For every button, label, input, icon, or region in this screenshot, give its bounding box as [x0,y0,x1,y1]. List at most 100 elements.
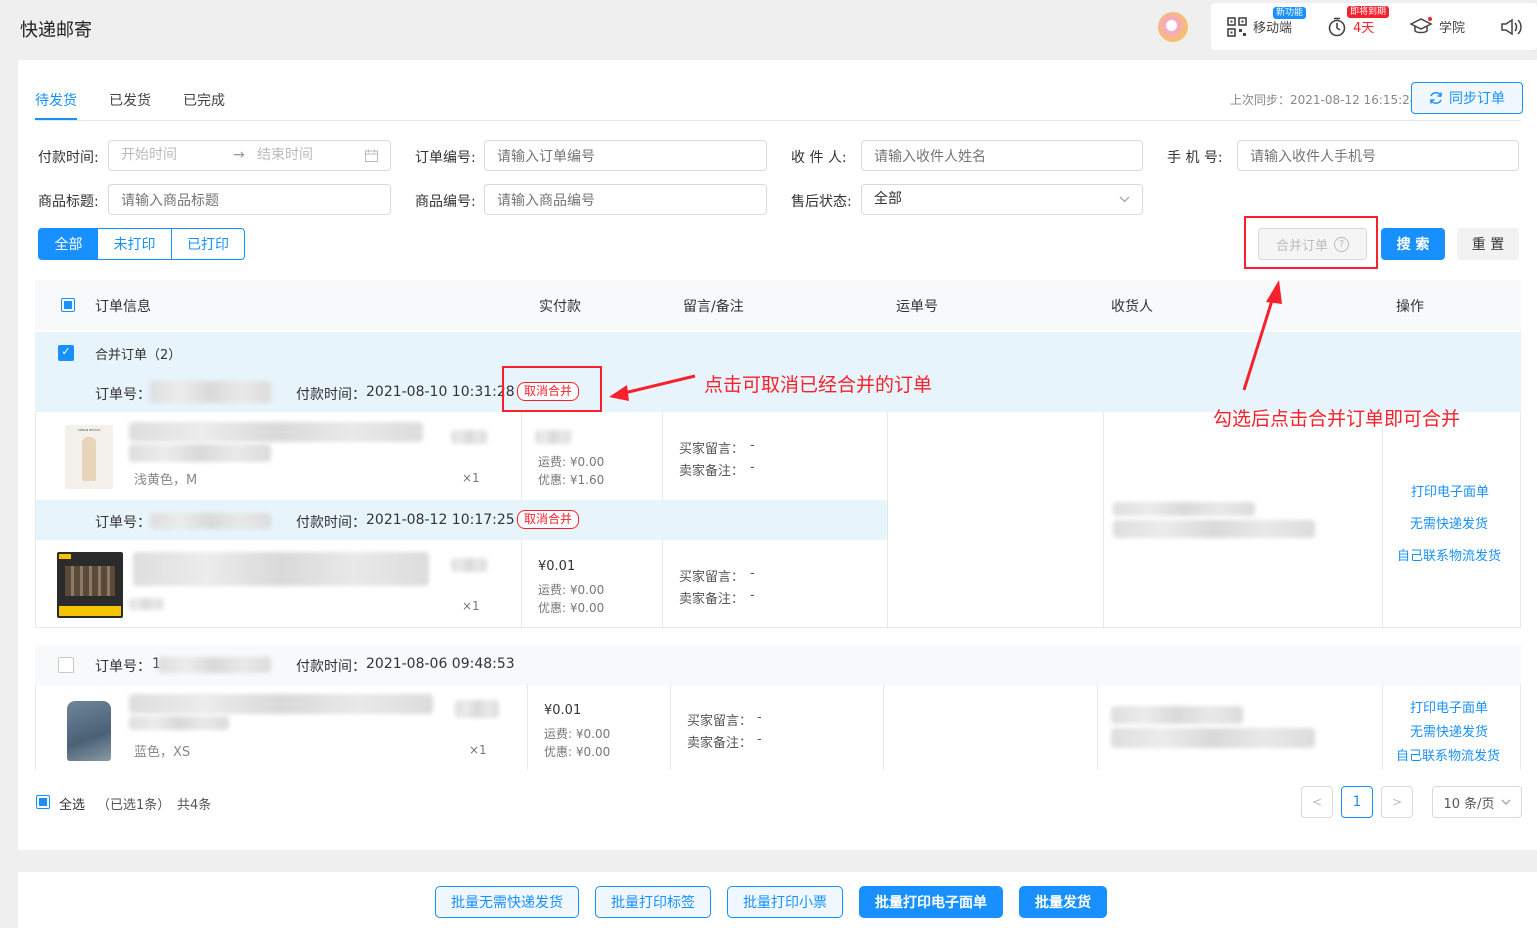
cell-border [35,685,36,770]
order-no-redacted [150,513,271,529]
product-sku-redacted [129,598,163,610]
sound-button[interactable] [1499,3,1523,50]
tab-completed[interactable]: 已完成 [183,90,225,110]
paid-amount-redacted [535,430,571,444]
tab-pending[interactable]: 待发货 [35,90,77,110]
no-express-ship-link[interactable]: 无需快递发货 [1410,513,1488,532]
start-time-placeholder: 开始时间 [121,147,177,163]
shipping-fee: 运费: ¥0.00 [538,583,605,597]
page-1-button[interactable]: 1 [1341,786,1373,818]
page-size-value: 10 条/页 [1443,796,1495,812]
reset-button[interactable]: 重 置 [1457,228,1519,260]
title-label: 商品标题: [38,194,99,210]
no-express-ship-link[interactable]: 无需快递发货 [1410,721,1488,740]
order-3-checkbox[interactable] [58,657,74,673]
mobile-entry[interactable]: 移动端 新功能 [1227,3,1307,50]
phone-label: 手 机 号: [1167,150,1223,166]
header-receiver: 收货人 [1111,299,1153,315]
header-message: 留言/备注 [683,299,744,315]
print-waybill-link[interactable]: 打印电子面单 [1410,697,1488,716]
seller-note-label: 卖家备注： [679,592,745,607]
select-all-label[interactable]: 全选 [59,794,85,813]
product-qty: ×1 [469,743,487,757]
product-title-redacted [129,444,271,462]
merged-group-checkbox[interactable]: ✓ [58,345,74,361]
goods-no-input[interactable] [484,184,767,215]
pay-time-prefix: 付款时间： [296,515,366,531]
pay-time-range[interactable]: 开始时间 → 结束时间 [108,140,391,171]
pay-time-prefix: 付款时间： [296,659,366,675]
aftersale-select[interactable]: 全部 [861,184,1143,215]
next-page-button[interactable]: > [1381,786,1413,818]
cell-border [1382,685,1383,770]
pay-time-prefix: 付款时间： [296,387,366,403]
receiver-redacted [1111,706,1243,724]
page-title: 快递邮寄 [20,20,92,41]
unit-price-redacted [451,430,487,444]
seller-note: - [750,588,755,603]
buyer-msg: - [750,438,755,453]
expiring-badge: 即将到期 [1347,6,1390,18]
thumb-tag [59,554,71,559]
batch-ship-button[interactable]: 批量发货 [1019,886,1107,918]
cell-border [1103,412,1104,628]
buyer-msg-label: 买家留言： [679,442,745,457]
header-actions: 操作 [1396,299,1424,315]
print-waybill-link[interactable]: 打印电子面单 [1411,481,1489,500]
avatar[interactable] [1158,12,1188,42]
last-sync-text: 上次同步：2021-08-12 16:15:24 [1230,93,1418,107]
select-all-checkbox[interactable] [36,795,50,809]
filter-all-button[interactable]: 全部 [38,228,99,260]
batch-no-express-button[interactable]: 批量无需快递发货 [435,886,579,918]
order-no-input[interactable] [484,140,767,171]
top-toolbar: 移动端 新功能 4天 即将到期 学院 [1211,3,1537,50]
graduation-cap-icon [1409,16,1433,33]
chevron-right-icon: > [1391,795,1403,809]
receiver-input[interactable] [861,140,1143,171]
page-size-select[interactable]: 10 条/页 [1432,786,1522,818]
self-logistics-link[interactable]: 自己联系物流发货 [1397,545,1501,564]
header-checkbox[interactable] [61,298,75,312]
help-icon[interactable]: ? [1334,236,1349,252]
thumb-brand: URBAN REVIVO [77,428,101,432]
product-sku: 蓝色，XS [134,745,191,760]
product-thumbnail[interactable] [59,697,119,763]
merged-bottom-border [35,627,1521,628]
annotation-arrow-up [1242,280,1282,391]
college-entry[interactable]: 学院 [1409,3,1465,50]
qr-code-icon [1227,16,1247,37]
shipping-fee: 运费: ¥0.00 [538,455,605,469]
order-no-label: 订单编号: [415,150,476,166]
refresh-icon [1430,92,1442,104]
cell-border [1097,685,1098,770]
sync-orders-button[interactable]: 同步订单 [1411,82,1523,114]
range-arrow-icon: → [233,147,245,163]
tab-shipped[interactable]: 已发货 [109,90,151,110]
title-input[interactable] [108,184,391,215]
expire-entry[interactable]: 4天 即将到期 [1327,3,1390,50]
seller-note-label: 卖家备注： [679,464,745,479]
phone-input[interactable] [1237,140,1519,171]
product-title-redacted [129,694,433,714]
annotation-arrow-left [609,374,696,401]
unmerge-button[interactable]: 取消合并 [517,510,580,529]
unmerge-button[interactable]: 取消合并 [517,382,580,401]
table-header [35,280,1521,330]
merged-group-title: 合并订单（2） [95,348,182,363]
product-thumbnail[interactable]: URBAN REVIVO [65,425,113,489]
search-button[interactable]: 搜 索 [1381,228,1445,260]
selected-count: （已选1条） [97,798,171,813]
self-logistics-link[interactable]: 自己联系物流发货 [1396,745,1500,764]
batch-print-waybill-button[interactable]: 批量打印电子面单 [859,886,1003,918]
chevron-down-icon [1119,196,1130,203]
batch-print-receipt-button[interactable]: 批量打印小票 [727,886,843,918]
discount: 优惠: ¥0.00 [544,745,611,759]
merge-orders-button[interactable]: 合并订单 ? [1258,228,1367,260]
filter-printed-button[interactable]: 已打印 [171,228,245,260]
unit-price-redacted [451,558,487,572]
prev-page-button[interactable]: < [1301,786,1333,818]
paid-amount: ¥0.01 [544,703,582,718]
filter-unprinted-button[interactable]: 未打印 [98,228,172,260]
batch-print-label-button[interactable]: 批量打印标签 [595,886,711,918]
product-thumbnail[interactable] [57,552,123,618]
